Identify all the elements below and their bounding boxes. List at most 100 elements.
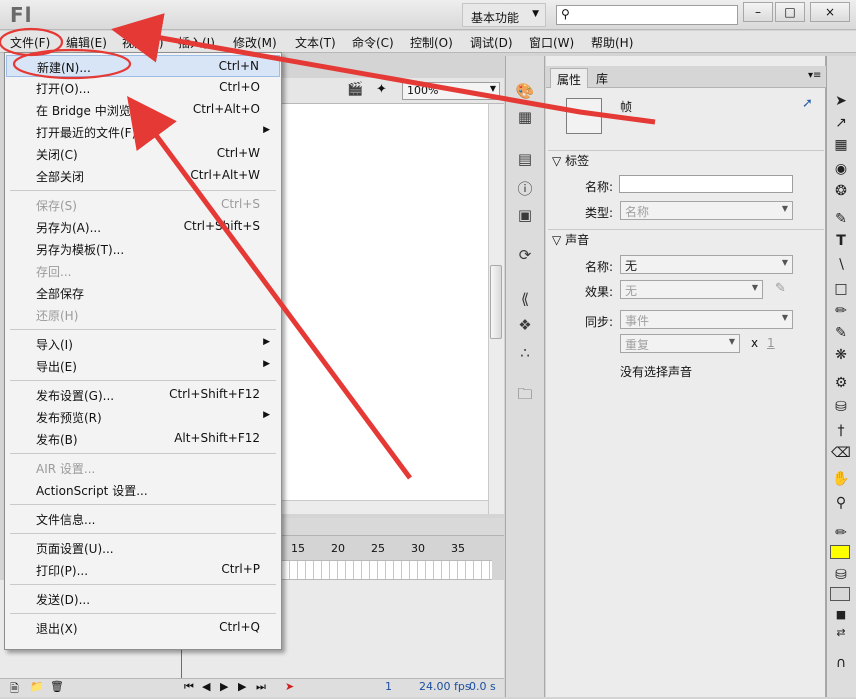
file-menu-item[interactable]: 新建(N)... Ctrl+N [6,55,280,77]
help-icon[interactable]: ➚ [802,96,813,111]
file-menu-item[interactable]: 全部关闭 Ctrl+Alt+W [6,165,280,187]
transform-panel-icon[interactable]: ▣ [513,206,537,228]
tab-properties[interactable]: 属性 [550,68,589,88]
zoom-tool-icon[interactable]: ⚲ [830,492,852,514]
workspace-switcher[interactable]: 基本功能 ▼ [462,3,546,27]
stage-canvas[interactable] [282,104,488,514]
close-button[interactable]: × [810,2,850,22]
trash-icon[interactable]: 🗑 [50,680,64,693]
first-frame-icon[interactable]: ⏮ [184,680,194,694]
edit-symbol-icon[interactable]: ✦ [376,82,387,97]
section-sound[interactable]: ▽ 声音 [552,231,589,248]
swap-colors-icon[interactable]: ⇄ [830,622,852,644]
file-menu-item[interactable]: 全部保存 [6,282,280,304]
file-menu-item[interactable]: AIR 设置... [6,457,280,479]
stroke-color-swatch[interactable] [830,545,850,559]
actions-panel-icon[interactable]: ⟪ [513,290,537,312]
file-menu-item[interactable]: 发布(B) Alt+Shift+F12 [6,428,280,450]
menu-commands[interactable]: 命令(C) [352,34,394,51]
component-inspector-icon[interactable]: ∴ [513,344,537,366]
new-layer-icon[interactable]: 🗎 [10,680,19,699]
maximize-button[interactable]: □ [775,2,805,22]
menu-modify[interactable]: 修改(M) [233,34,277,51]
file-menu-item[interactable]: ActionScript 设置... [6,479,280,501]
last-frame-icon[interactable]: ⏭ [256,680,266,694]
menu-edit[interactable]: 编辑(E) [66,34,107,51]
file-menu-item[interactable]: 打开最近的文件(F) ▶ [6,121,280,143]
fill-color-icon[interactable]: ⛁ [830,564,852,586]
frame-name-input[interactable] [619,175,793,193]
menu-control[interactable]: 控制(O) [410,34,453,51]
movie-explorer-icon[interactable]: 🗀 [513,384,537,406]
brush-tool-icon[interactable]: ✎ [830,322,852,344]
file-menu-item[interactable]: 发布设置(G)... Ctrl+Shift+F12 [6,384,280,406]
line-tool-icon[interactable]: ∖ [830,254,852,276]
file-menu-item[interactable]: 打开(O)... Ctrl+O [6,77,280,99]
menu-view[interactable]: 视图(V) [122,34,164,51]
file-menu-item[interactable]: 另存为模板(T)... [6,238,280,260]
rectangle-tool-icon[interactable]: □ [830,278,852,300]
lasso-tool-icon[interactable]: ❂ [830,180,852,202]
frame-rate[interactable]: 24.00 fps [419,680,471,693]
fill-color-swatch[interactable] [830,587,850,601]
components-panel-icon[interactable]: ❖ [513,316,537,338]
paint-bucket-tool-icon[interactable]: ⛁ [830,396,852,418]
file-menu-item[interactable]: 存回... [6,260,280,282]
repeat-count[interactable]: 1 [767,336,775,350]
free-transform-tool-icon[interactable]: ▦ [830,134,852,156]
effect-select[interactable]: 无 ▼ [620,280,763,299]
align-panel-icon[interactable]: ▤ [513,150,537,172]
file-menu-item[interactable]: 退出(X) Ctrl+Q [6,617,280,639]
info-panel-icon[interactable]: ⓘ [513,178,537,200]
pen-tool-icon[interactable]: ✎ [830,208,852,230]
menu-debug[interactable]: 调试(D) [470,34,513,51]
file-menu-item[interactable]: 导出(E) ▶ [6,355,280,377]
timeline-frames[interactable] [282,560,492,580]
scrollbar-thumb[interactable] [490,265,502,339]
bone-tool-icon[interactable]: ⚙ [830,372,852,394]
file-menu-item[interactable]: 还原(H) [6,304,280,326]
file-menu-item[interactable]: 另存为(A)... Ctrl+Shift+S [6,216,280,238]
file-menu-item[interactable]: 文件信息... [6,508,280,530]
file-menu-item[interactable]: 发布预览(R) ▶ [6,406,280,428]
file-menu-item[interactable]: 页面设置(U)... [6,537,280,559]
panel-menu-icon[interactable]: ▾≡ [808,70,821,81]
new-folder-icon[interactable]: 📁 [30,680,44,693]
file-menu-item[interactable]: 保存(S) Ctrl+S [6,194,280,216]
zoom-select[interactable]: 100% ▼ [402,82,500,100]
subselection-tool-icon[interactable]: ↗ [830,112,852,134]
menu-help[interactable]: 帮助(H) [591,34,633,51]
3d-rotation-tool-icon[interactable]: ◉ [830,158,852,180]
help-search-input[interactable]: ⚲ [556,5,738,25]
section-label[interactable]: ▽ 标签 [552,152,589,169]
center-frame-icon[interactable]: ➤ [285,680,294,693]
color-panel-icon[interactable]: 🎨 [513,82,537,104]
label-type-select[interactable]: 名称 ▼ [620,201,793,220]
menu-text[interactable]: 文本(T) [295,34,336,51]
selection-tool-icon[interactable]: ➤ [830,90,852,112]
stroke-color-icon[interactable]: ✏ [830,522,852,544]
file-menu-item[interactable]: 打印(P)... Ctrl+P [6,559,280,581]
menu-window[interactable]: 窗口(W) [529,34,574,51]
swatches-panel-icon[interactable]: ▦ [513,108,537,130]
text-tool-icon[interactable]: T [830,230,852,252]
tab-library[interactable]: 库 [590,68,614,88]
step-back-icon[interactable]: ◀ [202,680,210,693]
horizontal-scrollbar[interactable] [282,500,488,514]
minimize-button[interactable]: – [743,2,773,22]
eyedropper-tool-icon[interactable]: † [830,420,852,442]
play-icon[interactable]: ▶ [220,680,228,693]
repeat-select[interactable]: 重复 ▼ [620,334,740,353]
file-menu-item[interactable]: 导入(I) ▶ [6,333,280,355]
eraser-tool-icon[interactable]: ⌫ [830,442,852,464]
file-menu-item[interactable]: 发送(D)... [6,588,280,610]
menu-file[interactable]: 文件(F) [10,34,50,51]
file-menu-item[interactable]: 关闭(C) Ctrl+W [6,143,280,165]
motion-presets-icon[interactable]: ⟳ [513,246,537,268]
sync-select[interactable]: 事件 ▼ [620,310,793,329]
step-forward-icon[interactable]: ▶ [238,680,246,693]
sound-name-select[interactable]: 无 ▼ [620,255,793,274]
deco-tool-icon[interactable]: ❋ [830,344,852,366]
edit-pencil-icon[interactable]: ✎ [775,281,786,296]
file-menu-item[interactable]: 在 Bridge 中浏览 Ctrl+Alt+O [6,99,280,121]
